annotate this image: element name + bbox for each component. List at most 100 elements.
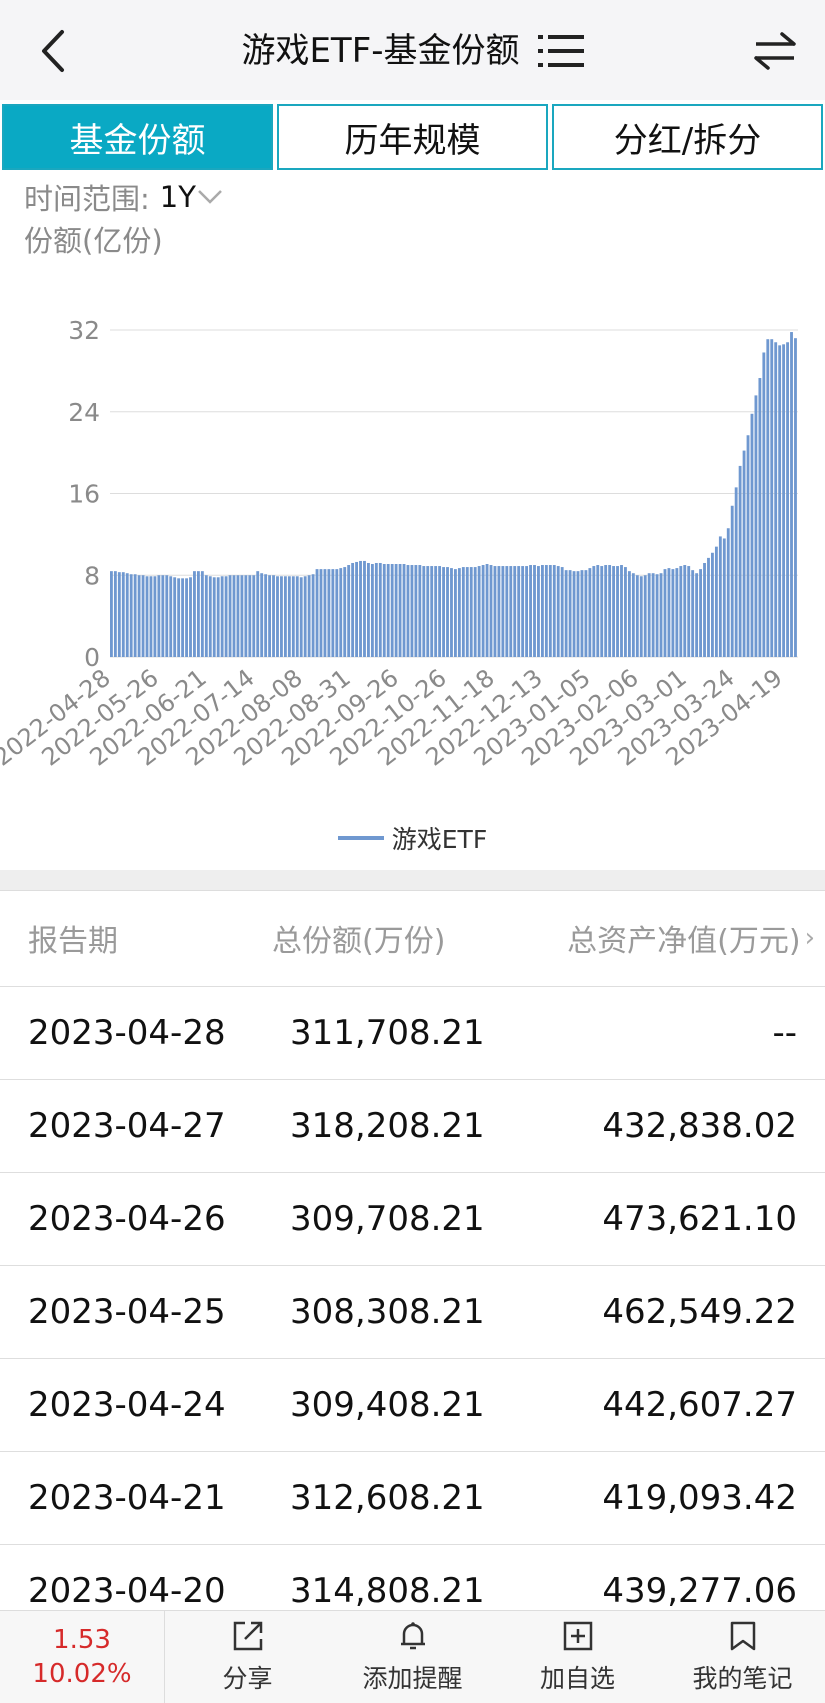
chart-bar — [469, 567, 473, 657]
chart-bar — [564, 570, 568, 657]
chart-bar — [283, 576, 287, 657]
chevron-down-icon — [198, 190, 222, 204]
chart-bar — [189, 577, 192, 657]
chart-bar — [276, 576, 279, 657]
tab-fund-shares[interactable]: 基金份额 — [2, 104, 273, 170]
time-range-label: 时间范围: — [24, 182, 150, 216]
chart-bar — [533, 565, 536, 657]
switch-icon[interactable] — [752, 28, 798, 74]
tab-bar: 基金份额 历年规模 分红/拆分 — [2, 104, 823, 170]
chart-bar — [635, 575, 639, 657]
chart-bar — [224, 576, 228, 657]
tab-dividend-split[interactable]: 分红/拆分 — [552, 104, 823, 170]
cell-net-asset: 432,838.02 — [602, 1106, 797, 1146]
table-row: 2023-04-26 309,708.21 473,621.10 — [0, 1173, 825, 1266]
chart-bar — [430, 566, 434, 657]
chart-bar — [386, 564, 390, 657]
chart-bar — [426, 566, 430, 657]
share-label: 分享 — [222, 1664, 273, 1693]
chart-bar — [185, 578, 188, 657]
chart-bar — [378, 562, 382, 657]
chart-bar — [244, 575, 248, 657]
chart-bar — [110, 571, 113, 657]
chart-bar — [505, 566, 509, 657]
chart-bar — [651, 573, 655, 657]
col-header-net-asset[interactable]: 总资产净值(万元) › — [567, 890, 815, 986]
chart-bar — [501, 566, 505, 657]
chart-bar — [600, 566, 604, 657]
chart-bar — [742, 450, 746, 657]
chart-bar — [544, 565, 548, 657]
add-reminder-button[interactable]: 添加提醒 — [330, 1611, 495, 1703]
chart-bar — [699, 569, 702, 657]
chart-bar — [196, 571, 200, 657]
chart-bar — [204, 575, 208, 657]
y-tick-label: 16 — [68, 480, 100, 509]
chart-bar — [319, 569, 323, 657]
bell-icon — [400, 1622, 425, 1650]
chart-bar — [556, 566, 560, 657]
chart-bar — [576, 571, 580, 657]
cell-total-shares: 311,708.21 — [290, 1013, 485, 1053]
chart-bar — [525, 566, 529, 657]
chart-bar — [552, 565, 556, 657]
chart-bar — [113, 571, 117, 657]
chart-bar — [291, 576, 295, 657]
menu-icon[interactable] — [537, 33, 584, 69]
chart-bar — [272, 575, 275, 657]
chart-bar — [200, 571, 204, 657]
chart-bar — [248, 575, 252, 657]
my-notes-button[interactable]: 我的笔记 — [660, 1611, 825, 1703]
chart-bar — [374, 562, 378, 657]
chart-bar — [327, 569, 331, 657]
chart-bar — [208, 576, 212, 657]
chart-bar — [382, 564, 386, 657]
cell-total-shares: 309,408.21 — [290, 1385, 485, 1425]
chart-bar — [493, 566, 497, 657]
add-watchlist-icon — [563, 1621, 592, 1651]
cell-net-asset: -- — [772, 1013, 797, 1053]
chart-bar — [287, 576, 291, 657]
chart-bar — [580, 570, 584, 657]
chart-bar — [216, 577, 220, 657]
chart-bar — [264, 574, 268, 657]
chart-bar — [746, 435, 750, 657]
chart-bar — [232, 575, 236, 657]
chart-bar — [335, 569, 339, 657]
fund-share-chart: 081624322022-04-282022-05-262022-06-2120… — [0, 316, 798, 772]
chart-bar — [540, 565, 544, 657]
chart-bar — [481, 565, 485, 657]
chart-bar — [521, 566, 525, 657]
chart-bar — [612, 566, 616, 657]
chart-bar — [339, 568, 343, 657]
chart-bar — [363, 560, 366, 657]
chart-bar — [513, 566, 517, 657]
chart-bar — [121, 572, 125, 657]
chart-bar — [655, 574, 659, 657]
chart-bar — [762, 352, 766, 657]
chart-bar — [137, 575, 141, 657]
add-watchlist-button[interactable]: 加自选 — [495, 1611, 660, 1703]
time-range-selector[interactable]: 时间范围: 1Y — [24, 176, 224, 218]
chart-bar — [303, 576, 307, 657]
tab-yearly-scale[interactable]: 历年规模 — [277, 104, 548, 170]
chart-bar — [588, 568, 592, 657]
share-button[interactable]: 分享 — [165, 1611, 330, 1703]
chart-bar — [485, 564, 489, 657]
chart-bar — [659, 573, 663, 657]
chart-bar — [667, 568, 671, 657]
chart-bar — [631, 573, 635, 657]
chart-bar — [671, 569, 675, 657]
chart-bar — [450, 568, 453, 657]
chart-bar — [572, 571, 576, 657]
cell-total-shares: 309,708.21 — [290, 1199, 485, 1239]
chevron-right-icon: › — [804, 923, 815, 953]
chart-bar — [750, 413, 754, 657]
chart-bar — [438, 566, 442, 657]
chart-bar — [537, 566, 540, 657]
chart-bar — [604, 565, 608, 657]
cell-total-shares: 308,308.21 — [290, 1292, 485, 1332]
chart-bar — [307, 575, 311, 657]
chart-bar — [497, 566, 501, 657]
col-header-net-asset-label: 总资产净值(万元) — [567, 924, 801, 959]
